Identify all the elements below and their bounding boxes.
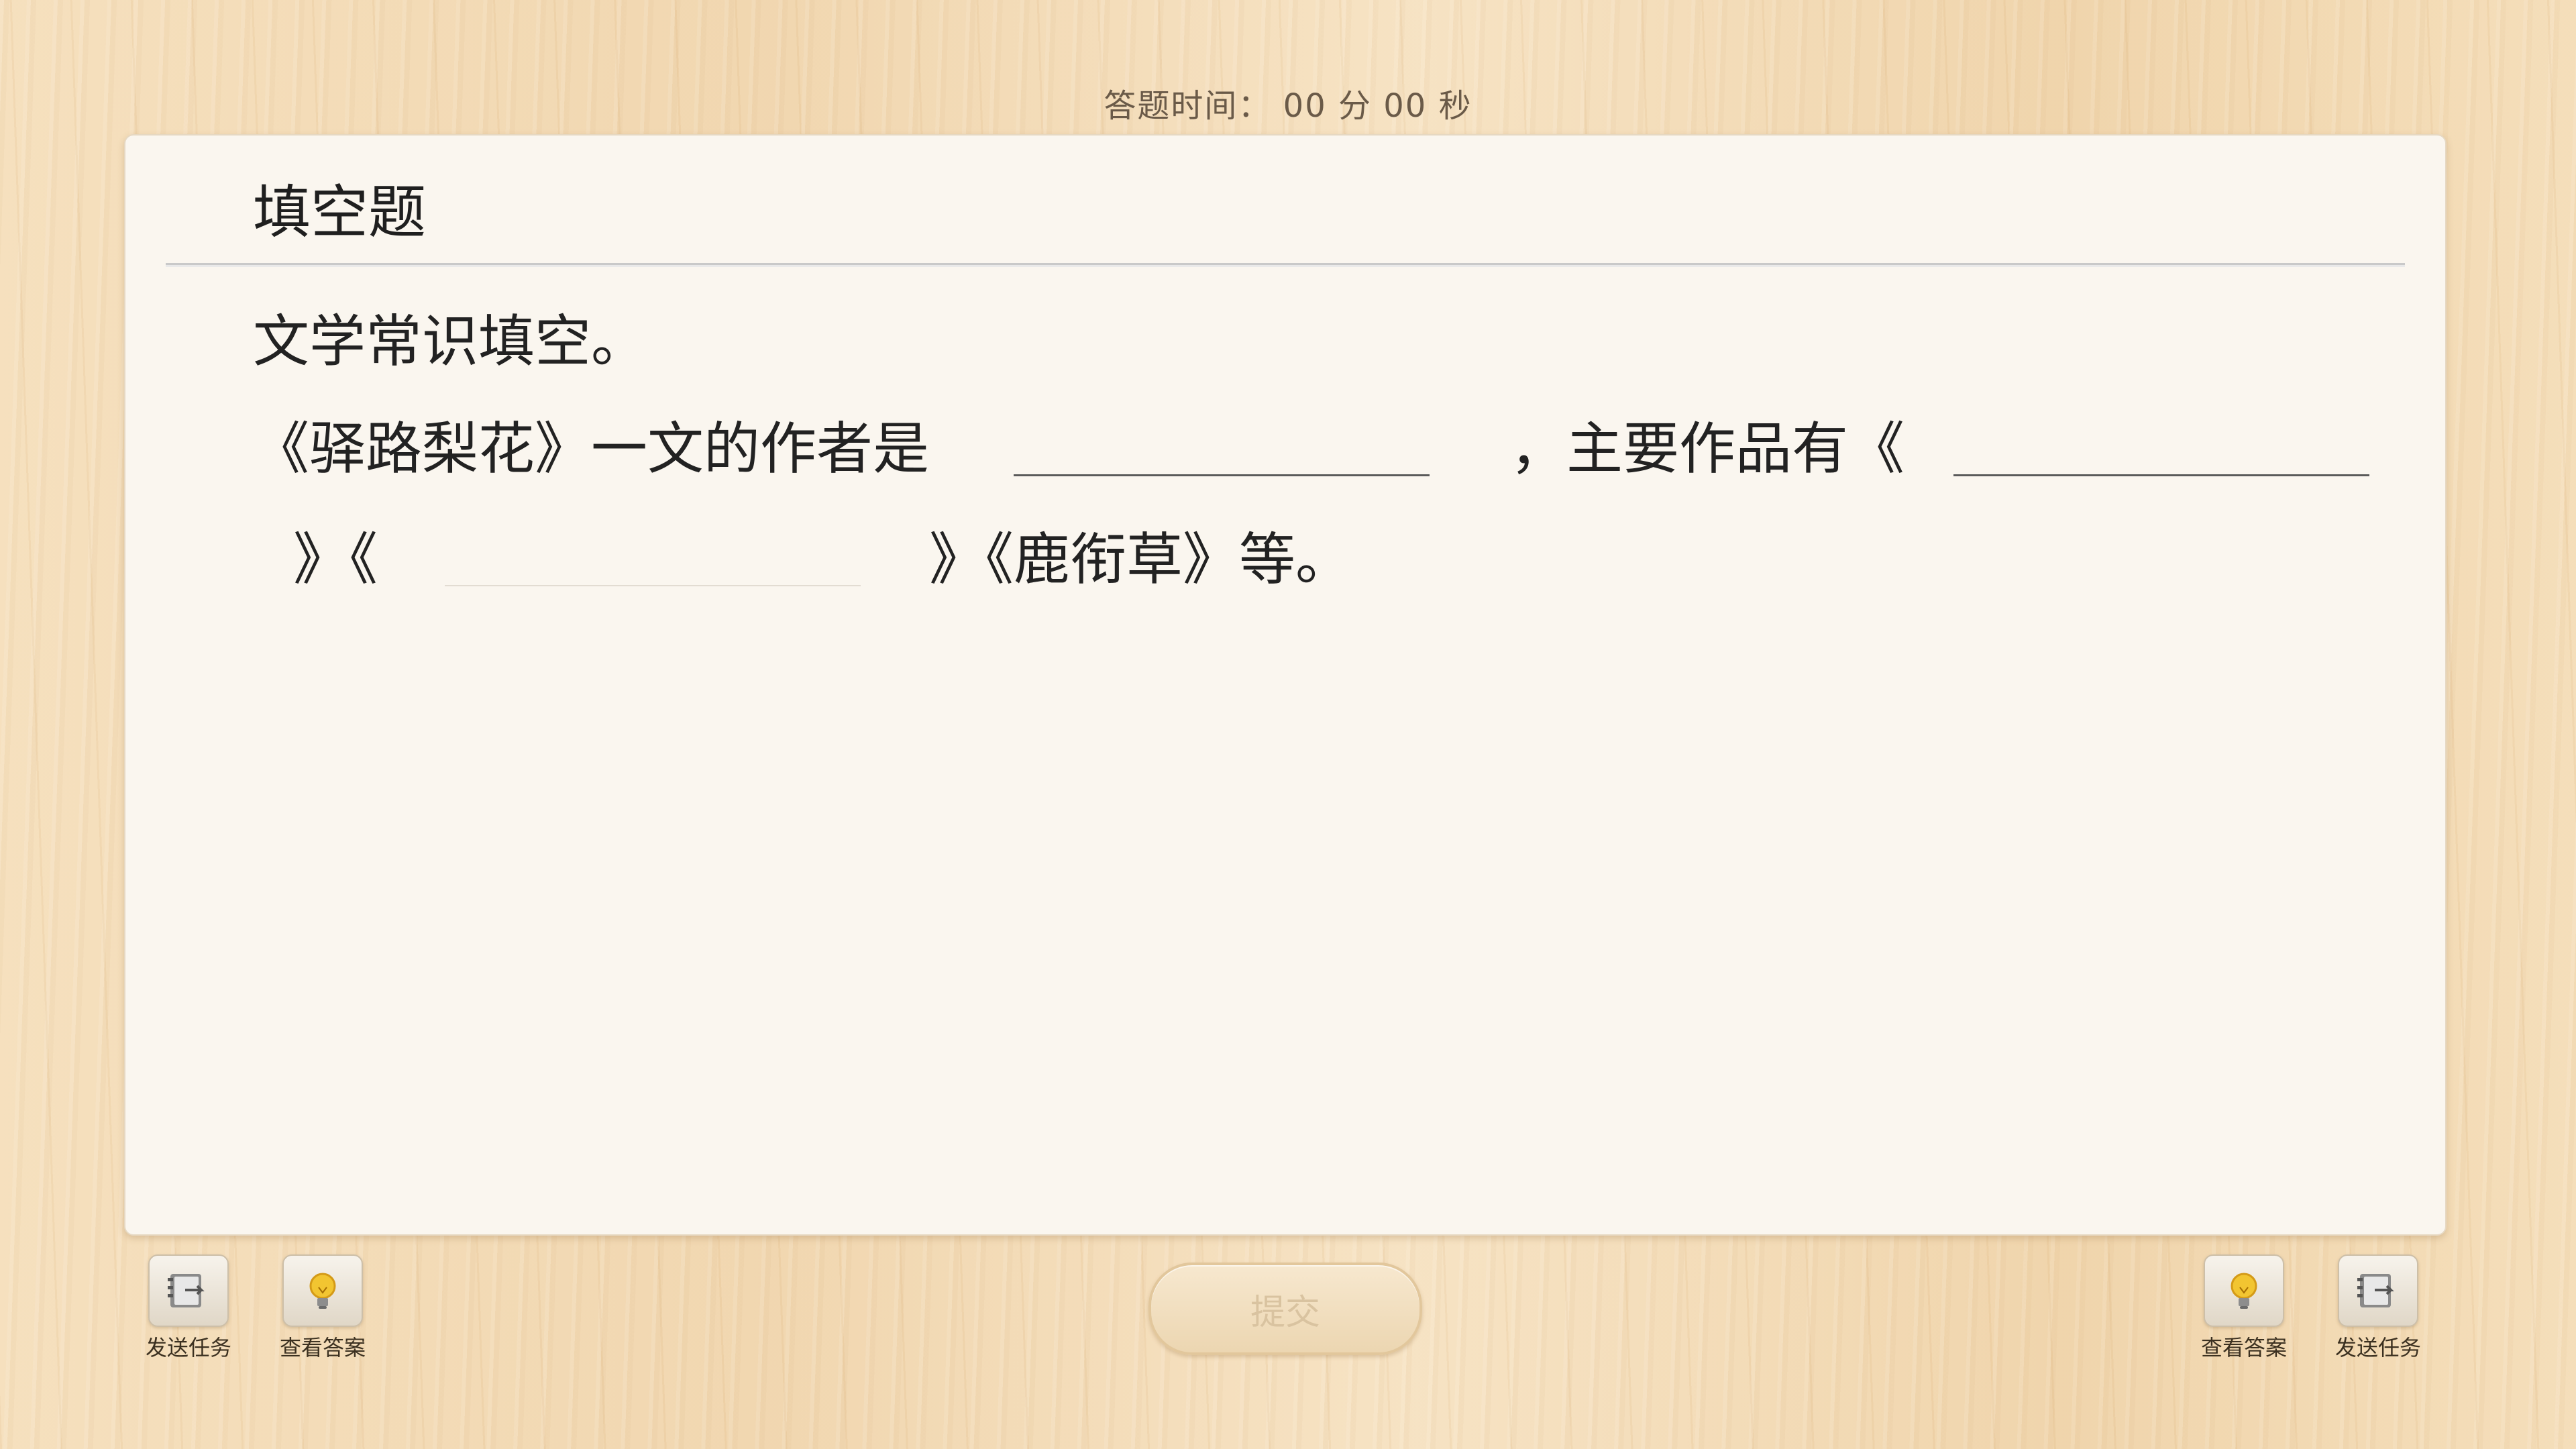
question-text-part-3: 》《 bbox=[293, 527, 378, 592]
submit-button[interactable]: 提交 bbox=[1148, 1263, 1422, 1355]
question-instruction: 文学常识填空。 bbox=[253, 309, 648, 374]
send-task-label: 发送任务 bbox=[145, 1335, 231, 1360]
send-task-label: 发送任务 bbox=[2334, 1335, 2421, 1360]
view-answer-label: 查看答案 bbox=[2200, 1335, 2287, 1360]
send-task-button-right[interactable]: 发送任务 bbox=[2334, 1254, 2422, 1362]
notebook-send-icon bbox=[148, 1254, 229, 1327]
question-card: 填空题 文学常识填空。 《驿路梨花》一文的作者是 ，主要作品有《 》《 》《鹿衔… bbox=[124, 134, 2447, 1236]
question-text-part-4: 》《鹿衔草》等。 bbox=[929, 527, 1352, 592]
notebook-send-icon bbox=[2338, 1254, 2418, 1327]
answer-timer: 答题时间： 00 分 00 秒 bbox=[1104, 87, 1472, 125]
lightbulb-icon bbox=[282, 1254, 363, 1327]
blank-work-2[interactable] bbox=[445, 585, 861, 586]
blank-author[interactable] bbox=[1014, 474, 1430, 476]
view-answer-label: 查看答案 bbox=[279, 1335, 366, 1360]
view-answer-button-left[interactable]: 查看答案 bbox=[279, 1254, 366, 1362]
lightbulb-icon bbox=[2204, 1254, 2284, 1327]
question-text-part-2: ，主要作品有《 bbox=[1510, 416, 1905, 482]
question-text-part-1: 《驿路梨花》一文的作者是 bbox=[253, 416, 930, 482]
view-answer-button-right[interactable]: 查看答案 bbox=[2200, 1254, 2288, 1362]
send-task-button-left[interactable]: 发送任务 bbox=[145, 1254, 232, 1362]
question-type-title: 填空题 bbox=[253, 179, 426, 246]
blank-work-1[interactable] bbox=[1953, 474, 2369, 476]
title-divider bbox=[166, 263, 2405, 267]
